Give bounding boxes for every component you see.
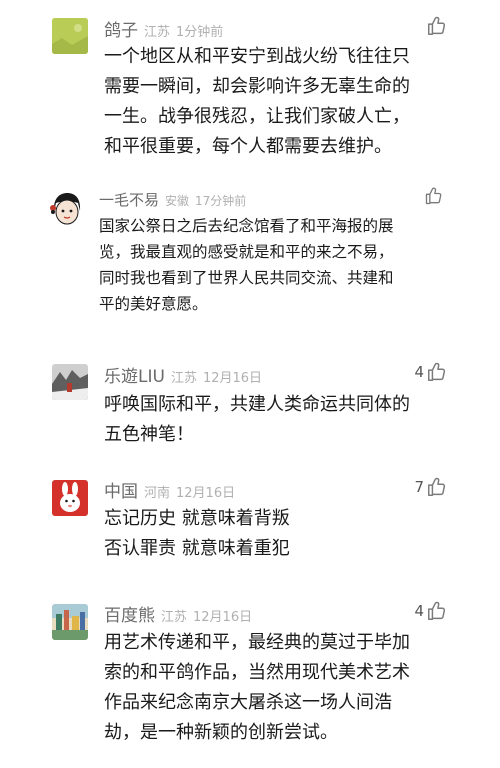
comment-location: 江苏 — [161, 610, 188, 625]
comment-text: 用艺术传递和平，最经典的莫过于毕加 索的和平鸽作品，当然用现代美术艺术 作品来纪… — [104, 632, 410, 743]
comment-meta: 中国 河南 12月16日 — [104, 477, 235, 502]
comment-location: 江苏 — [144, 25, 171, 40]
thumbs-up-icon — [428, 601, 446, 620]
like-button[interactable]: 4 — [414, 600, 448, 622]
avatar[interactable] — [47, 189, 87, 229]
avatar[interactable] — [52, 364, 88, 400]
avatar-photo-icon — [52, 364, 88, 400]
like-button[interactable]: 4 — [414, 361, 448, 383]
avatar-image-icon — [52, 18, 88, 54]
comment-time: 17分钟前 — [195, 194, 247, 208]
comment-author[interactable]: 乐遊LIU — [104, 367, 165, 387]
comment-time: 1分钟前 — [176, 25, 224, 40]
thumbs-up-icon — [428, 362, 446, 381]
comment-meta: 鸽子 江苏 1分钟前 — [104, 16, 223, 41]
like-button[interactable]: 7 — [414, 476, 448, 498]
comment-text: 呼唤国际和平，共建人类命运共同体的 五色神笔！ — [104, 394, 410, 445]
thumbs-up-icon — [428, 477, 446, 496]
comment-text: 忘记历史 就意味着背叛 否认罪责 就意味着重犯 — [104, 508, 290, 559]
comment-author[interactable]: 百度熊 — [104, 606, 155, 626]
comment-author[interactable]: 鸽子 — [104, 21, 138, 41]
like-count: 4 — [414, 363, 424, 381]
avatar-rabbit-icon — [52, 480, 88, 516]
comment-author[interactable]: 中国 — [104, 482, 138, 502]
comment-text: 国家公祭日之后去纪念馆看了和平海报的展 览，我最直观的感受就是和平的来之不易， … — [99, 217, 394, 313]
comment-time: 12月16日 — [202, 371, 263, 386]
avatar-cartoon-icon — [48, 190, 86, 228]
like-button[interactable] — [422, 186, 444, 206]
like-count: 4 — [414, 602, 424, 620]
avatar[interactable] — [52, 604, 88, 640]
like-count: 7 — [414, 478, 424, 496]
thumbs-up-icon — [425, 187, 442, 205]
like-button[interactable] — [424, 15, 448, 37]
thumbs-up-icon — [428, 16, 446, 35]
comment-author[interactable]: 一毛不易 — [99, 191, 159, 209]
comment-location: 江苏 — [170, 371, 197, 386]
comment-meta: 乐遊LIU 江苏 12月16日 — [104, 362, 262, 387]
comment-meta: 一毛不易 安徽 17分钟前 — [99, 189, 246, 210]
comment-time: 12月16日 — [176, 486, 236, 501]
comment-text: 一个地区从和平安宁到战火纷飞往往只 需要一瞬间，却会影响许多无辜生命的 一生。战… — [104, 46, 410, 157]
comment-location: 安徽 — [165, 194, 190, 208]
comment-time: 12月16日 — [193, 610, 253, 625]
comment-meta: 百度熊 江苏 12月16日 — [104, 601, 252, 626]
avatar-illustration-icon — [52, 604, 88, 640]
avatar[interactable] — [52, 18, 88, 54]
avatar[interactable] — [52, 480, 88, 516]
comment-location: 河南 — [144, 486, 171, 501]
